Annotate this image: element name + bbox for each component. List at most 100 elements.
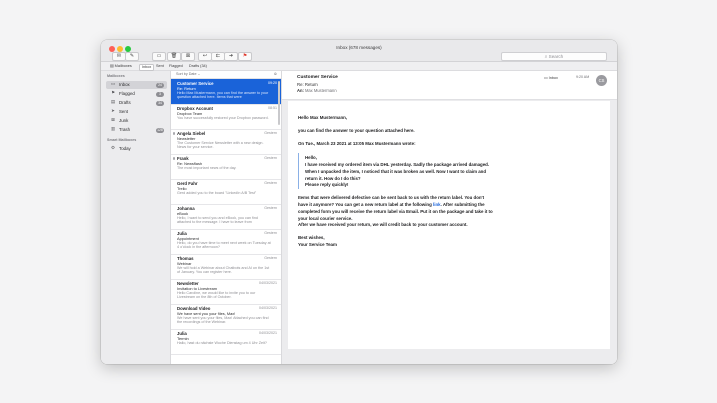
message-subject: Re: Return	[297, 82, 318, 87]
inbox-icon: ▭	[110, 82, 116, 87]
date: 04/03/2021	[259, 280, 277, 285]
thread-indicator-icon	[172, 132, 175, 135]
compose-button[interactable]: ✎	[125, 52, 139, 61]
forward-icon: ➜	[228, 53, 234, 59]
sender: Dropbox Account	[177, 105, 213, 111]
reply-icon: ↩	[202, 53, 208, 59]
sidebar-item-junk[interactable]: ⊠ Junk	[106, 117, 167, 125]
list-item[interactable]: Customer Service 09:20 Re: Return Hello …	[171, 79, 281, 105]
recipient-value: Max Mustermann	[304, 88, 337, 93]
envelope-icon: ✉	[116, 53, 122, 59]
avatar: CS	[596, 75, 607, 86]
inbox-icon: ▭	[544, 76, 548, 80]
list-item[interactable]: Download Video 04/03/2021 We have sent y…	[171, 304, 281, 330]
trash-icon: 🗑	[170, 53, 178, 59]
favorite-mailboxes[interactable]: ▤ Mailboxes	[110, 62, 132, 70]
list-item[interactable]: Julia 04/03/2021 Termin Hallo, hast du n…	[171, 329, 281, 355]
sender: Customer Service	[177, 80, 214, 86]
list-item[interactable]: Angela Siebel Gestern Newsletter The Cus…	[171, 129, 281, 155]
sidebar-item-sent[interactable]: ➤ Sent	[106, 108, 167, 116]
list-item[interactable]: Thomas Gestern Webinar We will hold a We…	[171, 254, 281, 280]
filter-icon[interactable]: ⊜	[274, 71, 277, 78]
list-item[interactable]: Newsletter 04/03/2021 Invitation to Live…	[171, 279, 281, 305]
junk-icon: ⊠	[111, 118, 115, 123]
sidebar-item-inbox[interactable]: ▭ Inbox 24	[106, 81, 167, 89]
date: Gestern	[264, 180, 277, 185]
junk-icon: ⊠	[185, 53, 191, 59]
flag-button[interactable]: ⚑	[238, 52, 252, 61]
list-item[interactable]: Dropbox Account 08:51 Dropbox Team You h…	[171, 104, 281, 130]
preview: The most important news of the day.	[177, 165, 237, 170]
search-placeholder: Search	[548, 54, 564, 59]
favorite-drafts[interactable]: Drafts (34)	[189, 62, 207, 70]
preview: Hallo, hast du nächste Woche Dienstag um…	[177, 340, 267, 345]
sender: Thomas	[177, 255, 194, 261]
favorite-inbox[interactable]: Inbox	[139, 63, 155, 71]
list-scrollbar[interactable]	[278, 81, 280, 125]
sort-control[interactable]: Sort by Date ⌄ ⊜	[171, 71, 281, 79]
list-item[interactable]: Julia Gestern Appointment Hello, do you …	[171, 229, 281, 255]
recipient-label: An:	[297, 88, 304, 93]
date: Gestern	[264, 130, 277, 135]
sender: Gerd Fahr	[177, 180, 198, 186]
message-mailbox[interactable]: ▭ Inbox	[544, 75, 558, 80]
list-item[interactable]: Johanna Gestern eBook Hello, I want to s…	[171, 204, 281, 230]
body-line: you can find the answer to your question…	[298, 128, 415, 133]
forward-button[interactable]: ➜	[224, 52, 238, 61]
sent-icon: ➤	[111, 109, 115, 114]
sender: Frank	[177, 155, 189, 161]
date: Gestern	[264, 230, 277, 235]
preview: We will hold a Webinar about Chatbots an…	[177, 265, 270, 275]
sender: Julia	[177, 330, 187, 336]
preview: The Customer Service Newsletter with a n…	[177, 140, 264, 150]
thread-indicator-icon	[172, 157, 175, 160]
sidebar-item-today[interactable]: ⚙ Today	[106, 145, 167, 153]
favorite-flagged[interactable]: Flagged	[169, 62, 183, 70]
favorite-sent[interactable]: Sent	[156, 62, 164, 70]
sidebar-section-mailboxes: Mailboxes	[107, 74, 125, 78]
archive-button[interactable]: ▭	[152, 52, 166, 61]
body-paragraph: Items that were delivered defective can …	[298, 194, 494, 222]
preview: Hello Caroline, we would like to invite …	[177, 290, 256, 300]
date: 04/03/2021	[259, 330, 277, 335]
preview: We have sent you your files, Max! Attach…	[177, 315, 269, 325]
junk-button[interactable]: ⊠	[181, 52, 195, 61]
reply-all-icon: ⇇	[215, 53, 221, 59]
sidebar-item-flagged[interactable]: ⚑ Flagged 3	[106, 90, 167, 98]
list-item[interactable]: Frank Gestern Re: Newsflash The most imp…	[171, 154, 281, 180]
favorite-label: Mailboxes	[114, 64, 132, 68]
sidebar-item-label: Trash	[119, 127, 131, 132]
sidebar-item-trash[interactable]: ▥ Trash 128	[106, 126, 167, 134]
search-input[interactable]: ⌕ Search	[501, 52, 607, 61]
sidebar-item-drafts[interactable]: ▤ Drafts 34	[106, 99, 167, 107]
quote-reply: Please reply quickly!	[305, 182, 349, 187]
window-title: Inbox (678 messages)	[336, 45, 382, 50]
list-item[interactable]: Gerd Fahr Gestern Trello Gerd added you …	[171, 179, 281, 205]
sender: Download Video	[177, 305, 211, 311]
return-label-link[interactable]: link	[433, 202, 441, 207]
sidebar-item-label: Today	[119, 146, 131, 151]
closing-line: Best wishes,	[298, 235, 325, 240]
trash-button[interactable]: 🗑	[167, 52, 181, 61]
sidebar-item-label: Flagged	[119, 91, 135, 96]
count-badge: 34	[156, 100, 164, 106]
search-icon: ⌕	[544, 54, 548, 59]
archive-icon: ▭	[156, 53, 162, 59]
sender: Newsletter	[177, 280, 199, 286]
reply-button[interactable]: ↩	[198, 52, 212, 61]
mail-window: Inbox (678 messages) ✉ ✎ ▭ 🗑 ⊠ ↩ ⇇ ➜ ⚑ ⌕…	[101, 40, 617, 364]
preview: Hello, do you have time to meet next wee…	[177, 240, 271, 250]
get-mail-button[interactable]: ✉	[112, 52, 126, 61]
message-list: Sort by Date ⌄ ⊜ Customer Service 09:20 …	[171, 71, 282, 364]
gear-icon: ⚙	[111, 146, 115, 151]
compose-icon: ✎	[129, 53, 135, 59]
date: Gestern	[264, 205, 277, 210]
sidebar: Mailboxes ▭ Inbox 24 ⚑ Flagged 3 ▤ Draft…	[101, 71, 171, 364]
quote-header: On Tue., March 23 2021 at 13:05 Max Must…	[298, 141, 416, 146]
flag-icon: ⚑	[242, 53, 248, 59]
sidebar-section-smart-mailboxes: Smart Mailboxes	[107, 138, 137, 142]
date: 04/03/2021	[259, 305, 277, 310]
reply-all-button[interactable]: ⇇	[211, 52, 225, 61]
body-paragraph: After we have received your return, we w…	[298, 222, 468, 227]
message-recipient: An: Max Mustermann	[297, 88, 337, 93]
